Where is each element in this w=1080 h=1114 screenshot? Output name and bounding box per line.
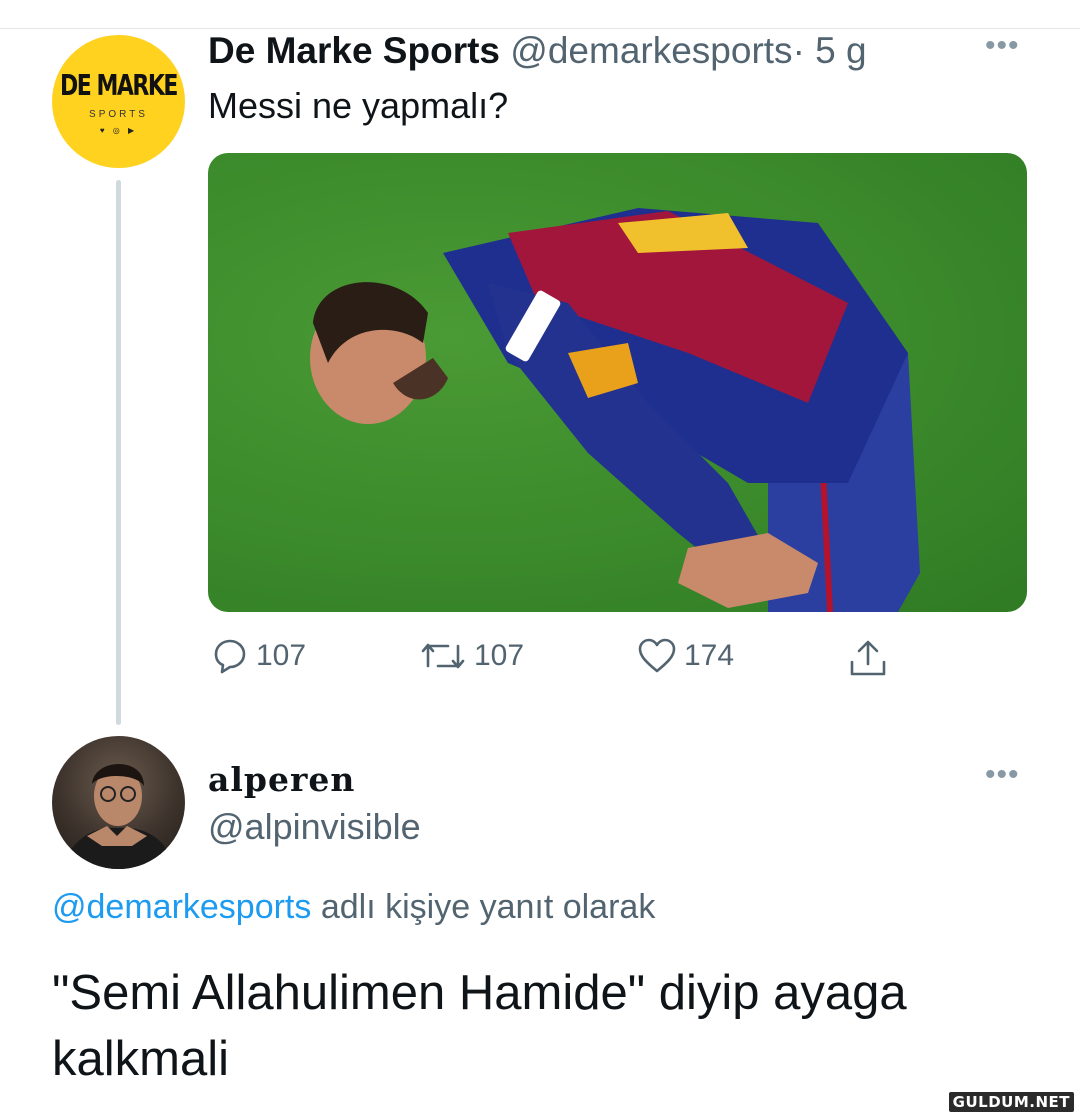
watermark: GULDUM.NET — [948, 1092, 1074, 1112]
author-name[interactable]: De Marke Sports — [208, 30, 500, 71]
like-count: 174 — [684, 639, 735, 672]
avatar-portrait — [62, 764, 175, 869]
avatar-social-icons: ♥ ◎ ▶ — [99, 126, 138, 135]
reply-icon — [214, 639, 246, 674]
like-button[interactable]: 174 — [636, 636, 734, 676]
author-avatar[interactable]: DE MARKE SPORTS ♥ ◎ ▶ — [52, 35, 185, 168]
reply-button[interactable]: 107 — [210, 636, 306, 676]
retweet-icon — [421, 643, 465, 669]
avatar-brand-sub: SPORTS — [89, 109, 148, 120]
mention-link[interactable]: @demarkesports — [52, 888, 311, 926]
more-options-icon[interactable]: ••• — [985, 760, 1020, 790]
replying-to-suffix: adlı kişiye yanıt olarak — [311, 888, 656, 926]
share-icon — [850, 640, 886, 676]
author-handle[interactable]: @demarkesports — [510, 30, 792, 71]
more-options-icon[interactable]: ••• — [985, 31, 1020, 61]
tweet-header: De Marke Sports @demarkesports· 5 g — [208, 30, 867, 72]
tweet-text: Messi ne yapmalı? — [208, 85, 509, 126]
header-separator: · — [792, 30, 805, 71]
reply-author-handle[interactable]: @alpinvisible — [208, 806, 421, 848]
share-button[interactable] — [846, 636, 890, 680]
tweet-time[interactable]: 5 g — [815, 30, 866, 71]
top-divider — [0, 28, 1080, 29]
thread-connector — [116, 180, 121, 725]
reply-count: 107 — [256, 639, 307, 672]
player-photo-illustration — [310, 208, 920, 612]
reply-author-avatar[interactable] — [52, 736, 185, 869]
retweet-button[interactable]: 107 — [418, 636, 524, 676]
tweet-photo[interactable] — [208, 153, 1027, 612]
retweet-count: 107 — [474, 639, 525, 672]
heart-icon — [638, 638, 676, 673]
reply-text: "Semi Allahulimen Hamide" diyip ayaga ka… — [52, 966, 907, 1086]
replying-to: @demarkesports adlı kişiye yanıt olarak — [52, 888, 655, 927]
reply-author-name[interactable]: alperen — [208, 760, 355, 799]
avatar-brand-text: DE MARKE — [60, 70, 178, 103]
